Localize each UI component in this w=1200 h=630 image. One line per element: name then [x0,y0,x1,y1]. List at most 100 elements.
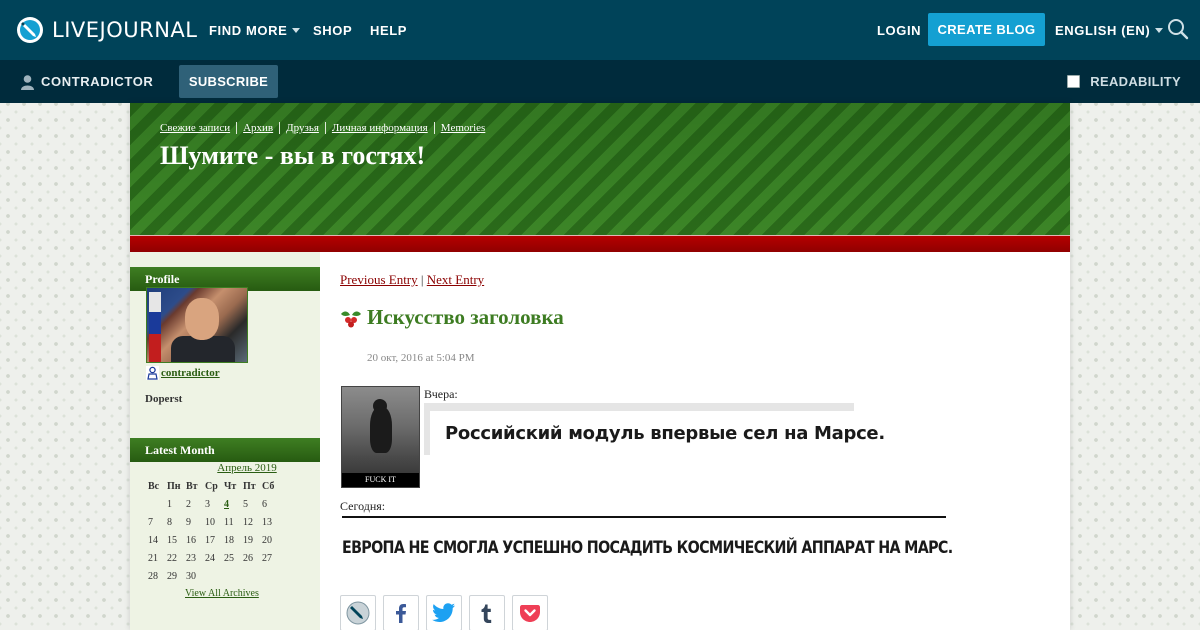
weekday-label: Чт [224,480,237,492]
calendar-day: 18 [224,534,234,546]
journal-owner-link[interactable]: CONTRADICTOR [20,60,153,103]
nav-friends[interactable]: Друзья [286,122,319,134]
share-livejournal-button[interactable] [340,595,376,630]
calendar-day [148,495,167,513]
calendar-day: 26 [243,552,253,564]
shop-label: SHOP [313,22,353,38]
weekday-label: Ср [205,480,218,492]
user-icon [21,74,34,90]
entry-area: Previous Entry | Next Entry Искусство за… [320,252,1070,630]
header-divider [130,235,1070,253]
nav-profile-info[interactable]: Личная информация [332,122,428,134]
calendar-day: 13 [262,516,272,528]
nav-find-more[interactable]: FIND MORE [209,0,301,60]
profile-user: contradictor [146,366,220,380]
language-label: ENGLISH (EN) [1055,22,1151,38]
journal-title: Шумите - вы в гостях! [160,141,426,170]
login-label: LOGIN [877,22,922,38]
search-icon[interactable] [1167,18,1189,40]
today-headline-image: ЕВРОПА НЕ СМОГЛА УСПЕШНО ПОСАДИТЬ КОСМИЧ… [342,514,953,564]
yesterday-label: Вчера: [424,387,458,401]
calendar-day-link[interactable]: 4 [224,499,229,510]
chevron-down-icon [292,27,301,33]
entry-nav-separator: | [420,272,424,287]
calendar-day: 21 [148,552,158,564]
userpic[interactable] [146,287,248,363]
previous-entry-link[interactable]: Previous Entry [340,272,418,287]
journal-bar: CONTRADICTOR SUBSCRIBE READABILITY [0,60,1200,103]
site-header: LIVEJOURNAL FIND MORE SHOP HELP LOGIN CR… [0,0,1200,60]
nav-divider [324,122,326,134]
calendar: Вс Пн Вт Ср Чт Пт Сб 1 2 3 4 5 6 7 8 9 1… [148,477,281,585]
calendar-day: 20 [262,534,272,546]
calendar-day: 11 [224,516,234,528]
calendar-month-link[interactable]: Апрель 2019 [217,462,276,474]
share-tumblr-button[interactable] [469,595,505,630]
readability-toggle[interactable]: READABILITY [1067,60,1181,103]
entry-title: Искусство заголовка [367,305,564,329]
create-blog-button[interactable]: CREATE BLOG [928,13,1045,46]
calendar-day: 3 [205,498,210,510]
nav-shop[interactable]: SHOP [313,0,352,60]
yesterday-headline: Российский модуль впервые сел на Марсе. [445,423,885,444]
calendar-day: 23 [186,552,196,564]
entry-date: 20 окт, 2016 at 5:04 PM [367,352,475,364]
share-pocket-button[interactable] [512,595,548,630]
language-selector[interactable]: ENGLISH (EN) [1055,0,1164,60]
calendar-day: 30 [186,570,196,582]
calendar-day: 10 [205,516,215,528]
help-label: HELP [370,22,408,38]
nav-recent-entries[interactable]: Свежие записи [160,122,230,134]
pocket-icon [520,605,540,622]
calendar-day: 27 [262,552,272,564]
calendar-day: 22 [167,552,177,564]
readability-checkbox[interactable] [1067,75,1081,88]
subscribe-button[interactable]: SUBSCRIBE [179,65,278,98]
journal-nav: Свежие записи Архив Друзья Личная информ… [160,122,485,134]
calendar-day: 16 [186,534,196,546]
calendar-day: 5 [243,498,248,510]
profile-username-link[interactable]: contradictor [161,367,220,379]
nav-memories[interactable]: Memories [441,122,486,134]
livejournal-icon [346,601,370,625]
calendar-day: 9 [186,516,191,528]
livejournal-logo-icon [17,17,43,43]
profile-subtitle: Doperst [145,393,183,405]
user-info-icon[interactable] [146,366,159,380]
calendar-day: 14 [148,534,158,546]
holly-icon [341,310,361,327]
next-entry-link[interactable]: Next Entry [427,272,484,287]
calendar-day: 2 [186,498,191,510]
share-facebook-button[interactable] [383,595,419,630]
calendar-day-link-cell: 4 [224,495,243,513]
calendar-day [243,567,262,585]
latest-month-heading: Latest Month [130,438,320,462]
livejournal-logo[interactable]: LIVEJOURNAL [16,15,198,45]
logo-text: LIVEJOURNAL [52,18,198,42]
calendar-day [224,567,243,585]
share-twitter-button[interactable] [426,595,462,630]
calendar-day: 29 [167,570,177,582]
readability-label: READABILITY [1090,74,1181,89]
weekday-label: Вс [148,480,160,492]
calendar-day [262,567,281,585]
facebook-icon [396,604,406,623]
calendar-month: Апрель 2019 [130,462,298,474]
chevron-down-icon [1155,27,1164,33]
tumblr-icon [481,604,492,623]
calendar-day: 25 [224,552,234,564]
weekday-label: Пн [167,480,181,492]
nav-help[interactable]: HELP [370,0,407,60]
entry-title-row: Искусство заголовка [340,305,564,330]
nav-archive[interactable]: Архив [243,122,273,134]
nav-divider [279,122,281,134]
journal-page: Свежие записи Архив Друзья Личная информ… [130,103,1070,630]
calendar-day: 28 [148,570,158,582]
share-buttons [340,595,555,630]
view-all-archives-link[interactable]: View All Archives [185,588,259,599]
calendar-day: 7 [148,516,153,528]
entry-navigation: Previous Entry | Next Entry [340,272,484,288]
twitter-icon [432,603,455,622]
calendar-day: 19 [243,534,253,546]
login-link[interactable]: LOGIN [877,0,921,60]
